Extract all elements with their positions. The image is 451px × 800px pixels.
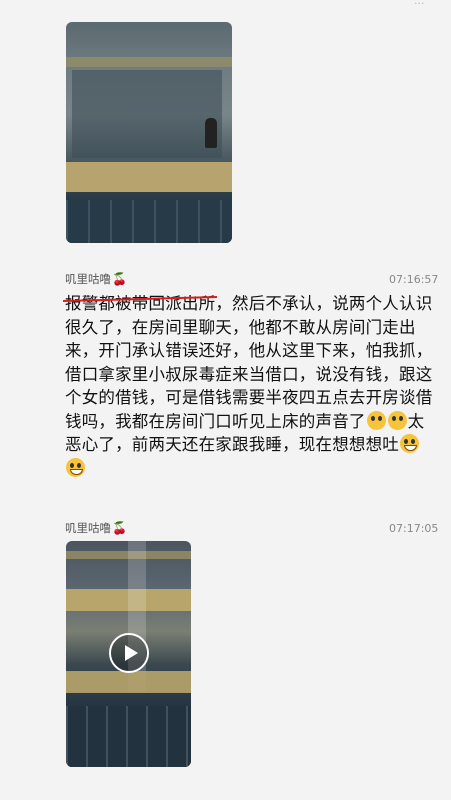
post2-author-name: 叽里咕噜 xyxy=(65,272,111,286)
top-watermark: ... xyxy=(414,0,425,7)
post2-author: 叽里咕噜🍒 xyxy=(65,271,127,287)
balcony-ledge xyxy=(66,162,232,192)
lower-window-frames xyxy=(66,200,232,243)
post2-time: 07:16:57 xyxy=(389,273,439,286)
flushed-emoji-icon xyxy=(387,410,407,430)
grin-emoji-icon xyxy=(66,457,85,477)
post-image-building[interactable] xyxy=(66,22,232,243)
grin-emoji-icon xyxy=(400,434,419,453)
post3-author: 叽里咕噜🍒 xyxy=(65,520,127,536)
post3-author-name: 叽里咕噜 xyxy=(65,521,111,535)
flushed-emoji-icon xyxy=(366,410,386,430)
cherry-icon: 🍒 xyxy=(112,272,127,286)
lower-floor xyxy=(66,706,191,767)
balcony-window xyxy=(72,70,222,158)
balcony-rail xyxy=(66,57,232,67)
post3-time: 07:17:05 xyxy=(389,522,439,535)
struck-text: 报警都被带回派出所 xyxy=(65,294,216,313)
balcony-ledge-lower xyxy=(66,671,191,693)
post2-text-part1: ，然后不承认，说两个人认识很久了，在房间里聊天，他都不敢从房间门走出来，开门承认… xyxy=(65,294,433,431)
post2-text: 报警都被带回派出所，然后不承认，说两个人认识很久了，在房间里聊天，他都不敢从房间… xyxy=(65,292,440,480)
post-video-building[interactable] xyxy=(66,541,191,767)
play-icon[interactable] xyxy=(109,633,149,673)
cherry-icon: 🍒 xyxy=(112,521,127,535)
person-figure xyxy=(205,118,217,148)
